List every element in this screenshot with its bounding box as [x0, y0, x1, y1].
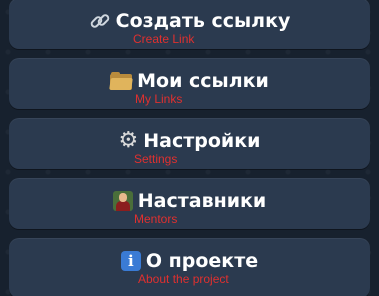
gear-icon: ⚙ [118, 127, 139, 153]
mentors-button[interactable]: Наставники Mentors [9, 178, 370, 229]
about-project-row: iО проекте [9, 246, 370, 274]
my-links-label: Мои ссылки [137, 69, 269, 92]
create-link-caption: Create Link [133, 32, 195, 46]
create-link-row: Создать ссылку [9, 6, 370, 34]
teacher-icon [112, 190, 133, 211]
mentors-caption: Mentors [134, 212, 178, 226]
settings-caption: Settings [134, 152, 178, 166]
my-links-caption: My Links [135, 92, 183, 106]
about-project-label: О проекте [145, 249, 259, 272]
settings-row: ⚙ Настройки [9, 126, 370, 154]
create-link-label: Создать ссылку [115, 9, 291, 32]
link-icon [89, 10, 111, 32]
about-project-caption: About the project [138, 272, 229, 286]
bot-keyboard-menu: Создать ссылку Create Link Мои ссылки My… [0, 0, 379, 296]
info-icon: i [120, 250, 141, 271]
mentors-label: Наставники [137, 189, 267, 212]
folder-icon [109, 71, 133, 90]
my-links-row: Мои ссылки [9, 66, 370, 94]
settings-label: Настройки [143, 129, 261, 152]
my-links-button[interactable]: Мои ссылки My Links [9, 58, 370, 109]
settings-button[interactable]: ⚙ Настройки Settings [9, 118, 370, 169]
mentors-row: Наставники [9, 186, 370, 214]
create-link-button[interactable]: Создать ссылку Create Link [9, 0, 370, 49]
about-project-button[interactable]: iО проекте About the project [9, 238, 370, 296]
